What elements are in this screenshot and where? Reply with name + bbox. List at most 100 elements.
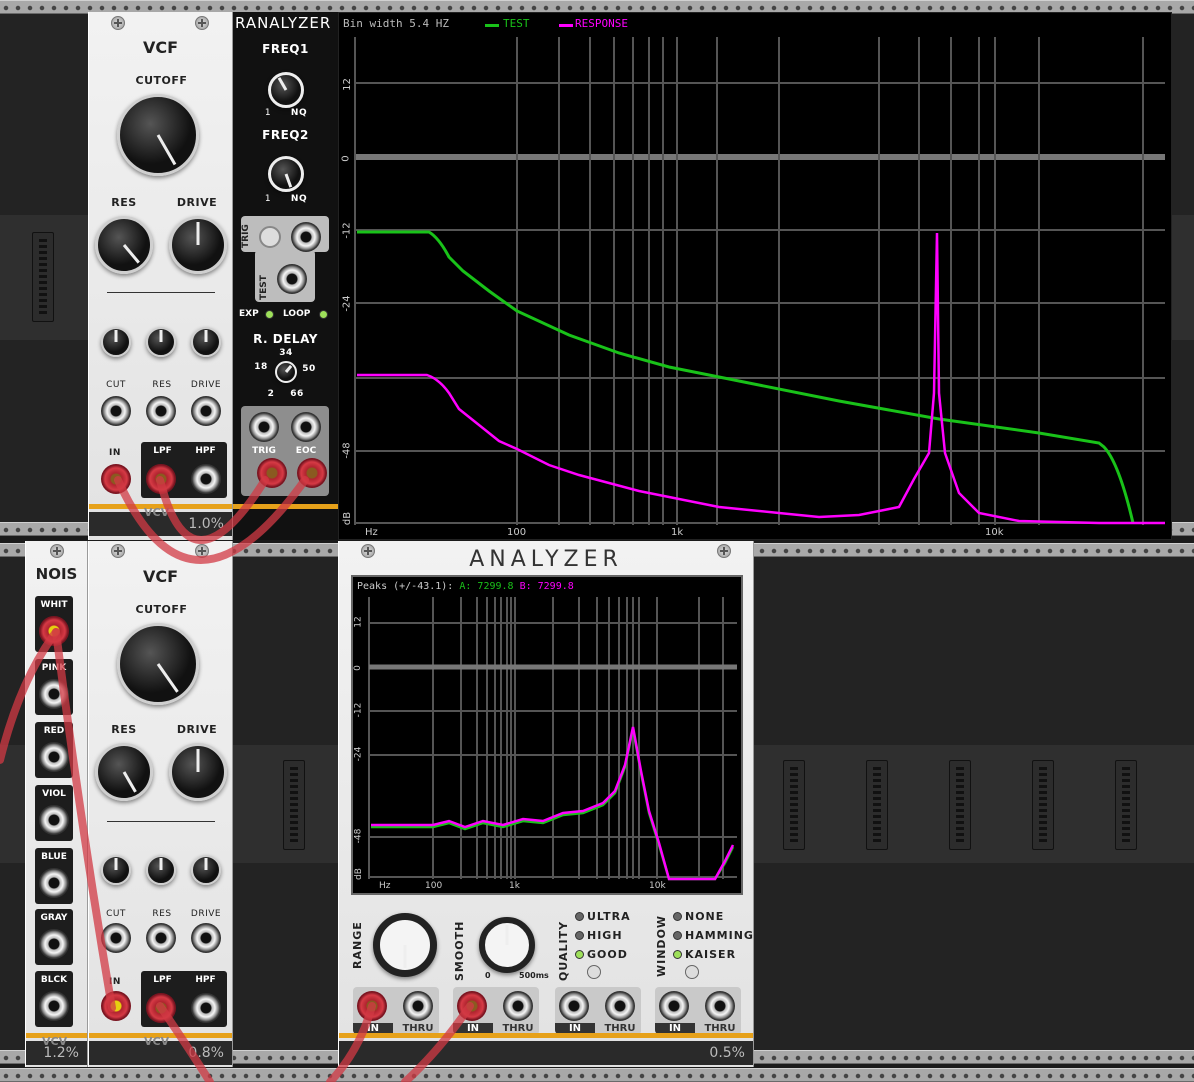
cut-cv-knob[interactable]	[101, 327, 131, 357]
exp-toggle[interactable]	[265, 310, 274, 319]
io-pair-1: IN THRU	[353, 987, 439, 1035]
freq1-label: FREQ1	[262, 42, 309, 56]
x-tick-10k: 10k	[649, 881, 666, 891]
cut-cv-knob[interactable]	[101, 855, 131, 885]
y-tick-minus12: -12	[353, 702, 364, 718]
screw-icon	[195, 544, 209, 558]
window-button[interactable]	[685, 965, 699, 979]
res-label: RES	[111, 196, 137, 209]
delay-knob[interactable]	[275, 361, 297, 383]
white-out-jack[interactable]	[39, 616, 69, 646]
pink-output: PINK	[35, 659, 73, 715]
lpf-out-jack[interactable]	[146, 464, 176, 494]
eoc-out-jack[interactable]	[291, 412, 321, 442]
test-out-jack[interactable]	[277, 264, 307, 294]
hpf-label: HPF	[195, 975, 216, 985]
trig-out-plug[interactable]	[257, 458, 287, 488]
pink-out-jack[interactable]	[39, 679, 69, 709]
freq2-min-label: 1	[264, 194, 272, 204]
res-cv-knob[interactable]	[146, 855, 176, 885]
input-1-jack[interactable]	[357, 991, 387, 1021]
drive-cv-knob[interactable]	[191, 327, 221, 357]
quality-good-radio[interactable]	[575, 950, 584, 959]
eoc-out-plug[interactable]	[297, 458, 327, 488]
drive-cv-jack[interactable]	[191, 396, 221, 426]
freq2-knob[interactable]	[268, 156, 304, 192]
trig-button[interactable]	[259, 226, 281, 248]
res-cv-knob[interactable]	[146, 327, 176, 357]
in-label: IN	[109, 977, 121, 987]
thru-3-jack[interactable]	[605, 991, 635, 1021]
hpf-label: HPF	[195, 446, 216, 456]
window-kaiser-label: KAISER	[685, 948, 737, 961]
y-unit-db: dB	[342, 511, 354, 526]
freq1-knob[interactable]	[268, 72, 304, 108]
input-4-jack[interactable]	[659, 991, 689, 1021]
gray-out-jack[interactable]	[39, 929, 69, 959]
vcf-module-top: VCF CUTOFF RES DRIVE CUT RES DRIVE IN LP…	[88, 12, 233, 540]
resonance-knob[interactable]	[95, 743, 153, 801]
black-label: BLCK	[40, 975, 68, 985]
smooth-knob[interactable]	[479, 917, 535, 973]
thru-2-jack[interactable]	[503, 991, 533, 1021]
loop-toggle[interactable]	[319, 310, 328, 319]
cpu-percent: 0.5%	[709, 1045, 745, 1061]
drive-cv-knob[interactable]	[191, 855, 221, 885]
res-cv-label: RES	[152, 380, 172, 390]
rack-header-connector	[866, 760, 888, 850]
rack-header-connector	[1115, 760, 1137, 850]
brand-logo: VCV	[144, 506, 170, 519]
cut-cv-jack[interactable]	[101, 396, 131, 426]
cut-cv-jack[interactable]	[101, 923, 131, 953]
analyzer-plot	[368, 597, 737, 881]
hpf-out-jack[interactable]	[191, 993, 221, 1023]
gray-output: GRAY	[35, 909, 73, 965]
input-3-jack[interactable]	[559, 991, 589, 1021]
range-knob[interactable]	[373, 913, 437, 977]
res-cv-jack[interactable]	[146, 396, 176, 426]
y-tick-minus12: -12	[341, 222, 353, 239]
thru-1-jack[interactable]	[403, 991, 433, 1021]
cutoff-knob[interactable]	[117, 623, 199, 705]
quality-button[interactable]	[587, 965, 601, 979]
window-none-label: NONE	[685, 910, 725, 923]
analyzer-display: Peaks (+/-43.1): A: 7299.8 B: 7299.8 12 …	[351, 575, 743, 895]
audio-in-jack[interactable]	[101, 464, 131, 494]
drive-knob[interactable]	[169, 743, 227, 801]
gray-label: GRAY	[40, 913, 68, 923]
drive-cv-jack[interactable]	[191, 923, 221, 953]
window-label: WINDOW	[655, 914, 668, 977]
audio-in-jack[interactable]	[101, 991, 131, 1021]
red-out-jack[interactable]	[39, 742, 69, 772]
pink-label: PINK	[41, 663, 67, 673]
range-label: RANGE	[351, 921, 364, 969]
thru-4-jack[interactable]	[705, 991, 735, 1021]
window-hamming-radio[interactable]	[673, 931, 682, 940]
drive-label: DRIVE	[176, 196, 218, 209]
window-kaiser-radio[interactable]	[673, 950, 682, 959]
delay-66-label: 66	[290, 389, 304, 399]
rack-header-connector	[283, 760, 305, 850]
trig-out-jack[interactable]	[249, 412, 279, 442]
blue-out-jack[interactable]	[39, 868, 69, 898]
res-cv-jack[interactable]	[146, 923, 176, 953]
violet-label: VIOL	[42, 789, 66, 799]
input-2-jack[interactable]	[457, 991, 487, 1021]
x-tick-1k: 1k	[509, 881, 520, 891]
r-delay-label: R. DELAY	[253, 332, 318, 346]
resonance-knob[interactable]	[95, 216, 153, 274]
window-none-radio[interactable]	[673, 912, 682, 921]
y-tick-12: 12	[341, 78, 353, 91]
lpf-out-jack[interactable]	[146, 993, 176, 1023]
violet-out-jack[interactable]	[39, 805, 69, 835]
trig-in-jack[interactable]	[291, 222, 321, 252]
quality-ultra-radio[interactable]	[575, 912, 584, 921]
white-output: WHIT	[35, 596, 73, 652]
drive-knob[interactable]	[169, 216, 227, 274]
quality-high-radio[interactable]	[575, 931, 584, 940]
cutoff-knob[interactable]	[117, 94, 199, 176]
hpf-out-jack[interactable]	[191, 464, 221, 494]
black-out-jack[interactable]	[39, 991, 69, 1021]
red-output: RED	[35, 722, 73, 778]
x-unit-hz: Hz	[379, 881, 391, 891]
